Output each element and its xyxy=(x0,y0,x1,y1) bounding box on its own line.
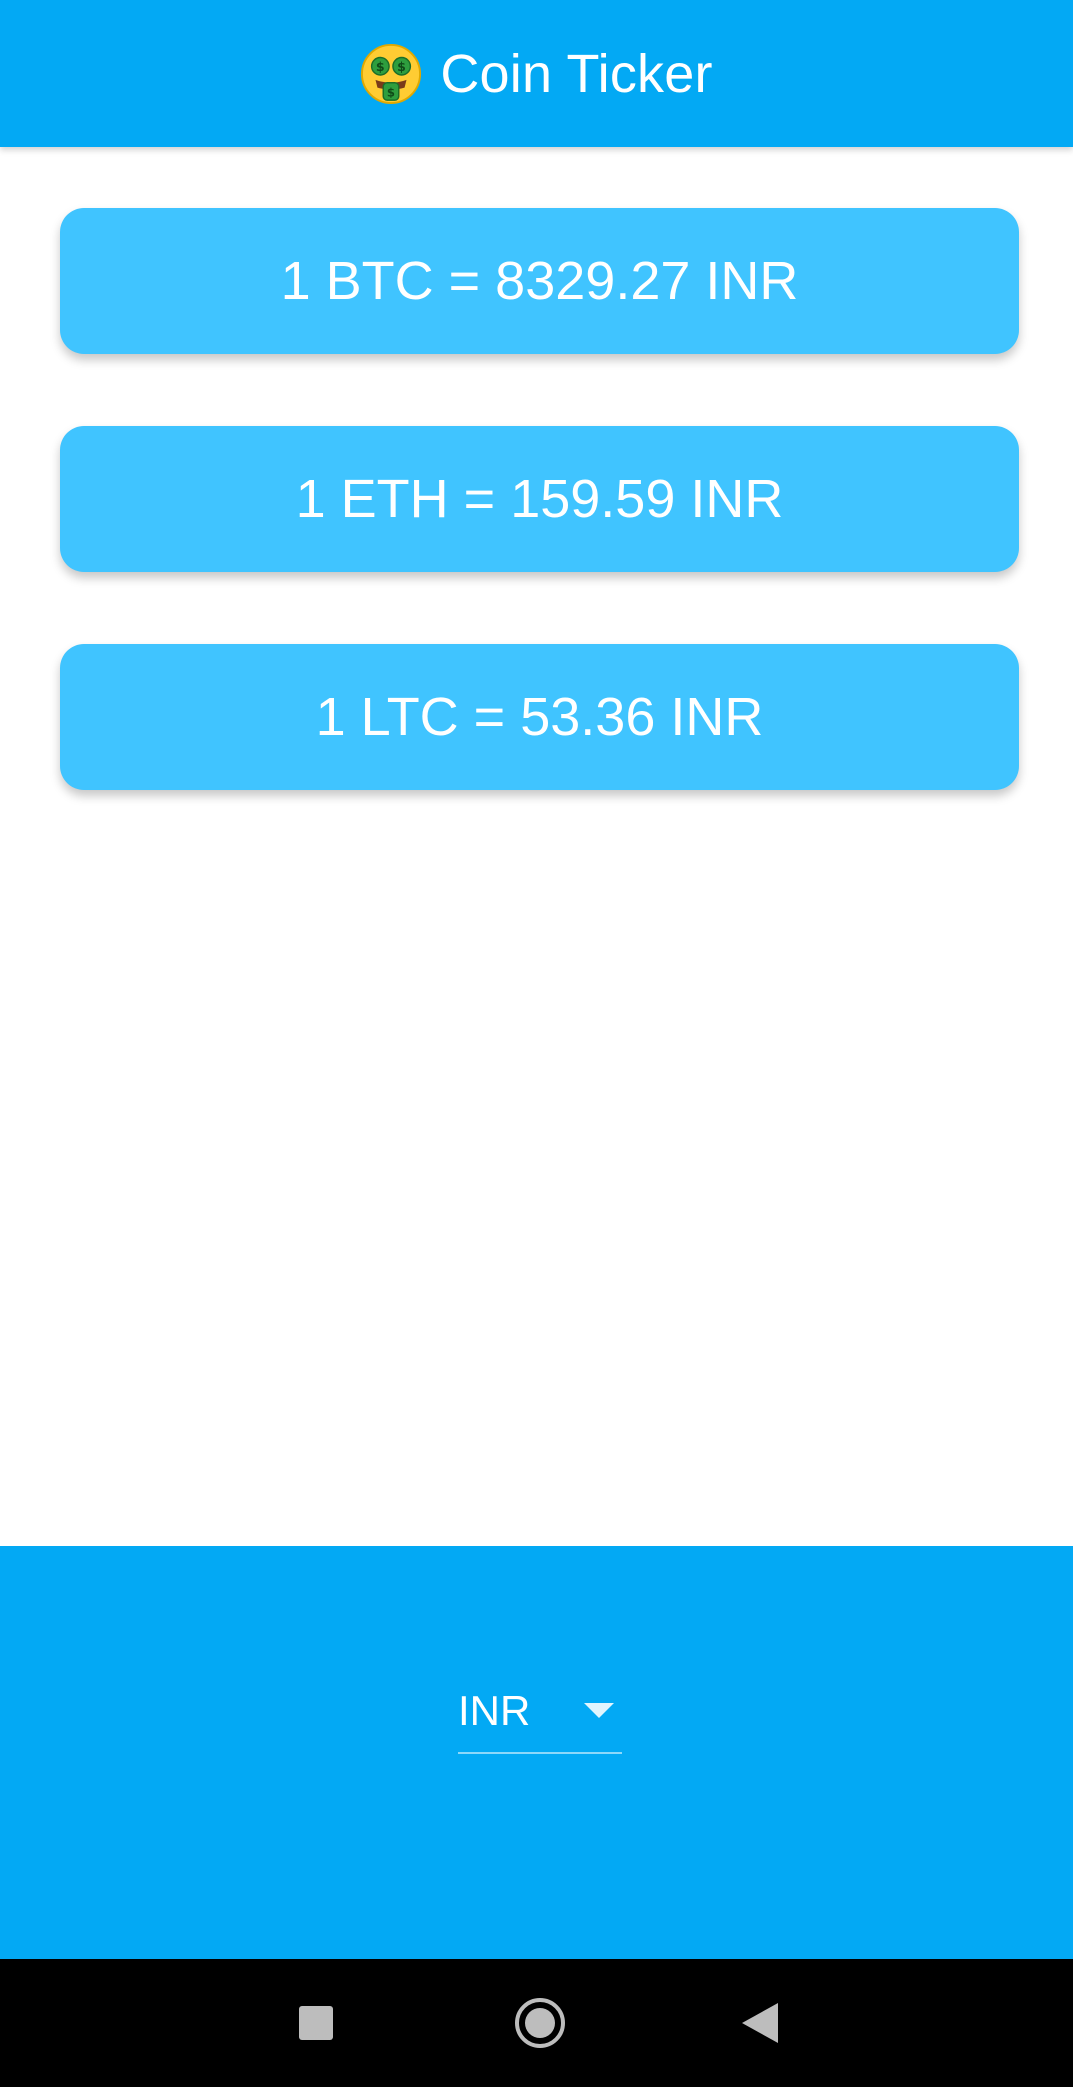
arrow-drop-down-icon xyxy=(576,1686,622,1736)
back-button[interactable] xyxy=(700,1959,820,2087)
rate-card-ltc[interactable]: 1 LTC = 53.36 INR xyxy=(60,644,1019,790)
rate-card-eth[interactable]: 1 ETH = 159.59 INR xyxy=(60,426,1019,572)
rate-text-eth: 1 ETH = 159.59 INR xyxy=(295,469,784,529)
triangle-back-icon xyxy=(742,2003,778,2043)
svg-text:$: $ xyxy=(376,59,385,74)
rates-list: 1 BTC = 8329.27 INR 1 ETH = 159.59 INR 1… xyxy=(60,208,1019,862)
app-title-text: Coin Ticker xyxy=(440,43,713,104)
money-mouth-face-icon: $ $ $ xyxy=(361,43,422,104)
rate-text-btc: 1 BTC = 8329.27 INR xyxy=(280,251,799,311)
currency-dropdown-value: INR xyxy=(458,1687,531,1734)
app-bar: $ $ $ Coin Ticker xyxy=(0,0,1073,147)
circle-home-icon xyxy=(515,1998,565,2048)
svg-text:$: $ xyxy=(398,59,407,74)
currency-dropdown[interactable]: INR xyxy=(458,1686,622,1754)
rate-text-ltc: 1 LTC = 53.36 INR xyxy=(315,687,764,747)
currency-picker-area: INR xyxy=(0,1546,1073,1959)
square-recents-icon xyxy=(299,2006,333,2040)
svg-text:$: $ xyxy=(387,85,395,99)
app-title: $ $ $ Coin Ticker xyxy=(360,43,712,105)
recents-button[interactable] xyxy=(256,1959,376,2087)
screen: $ $ $ Coin Ticker 1 BTC = 8329.27 INR 1 … xyxy=(0,0,1073,2087)
rate-card-btc[interactable]: 1 BTC = 8329.27 INR xyxy=(60,208,1019,354)
home-button[interactable] xyxy=(480,1959,600,2087)
system-nav-bar xyxy=(0,1959,1073,2087)
